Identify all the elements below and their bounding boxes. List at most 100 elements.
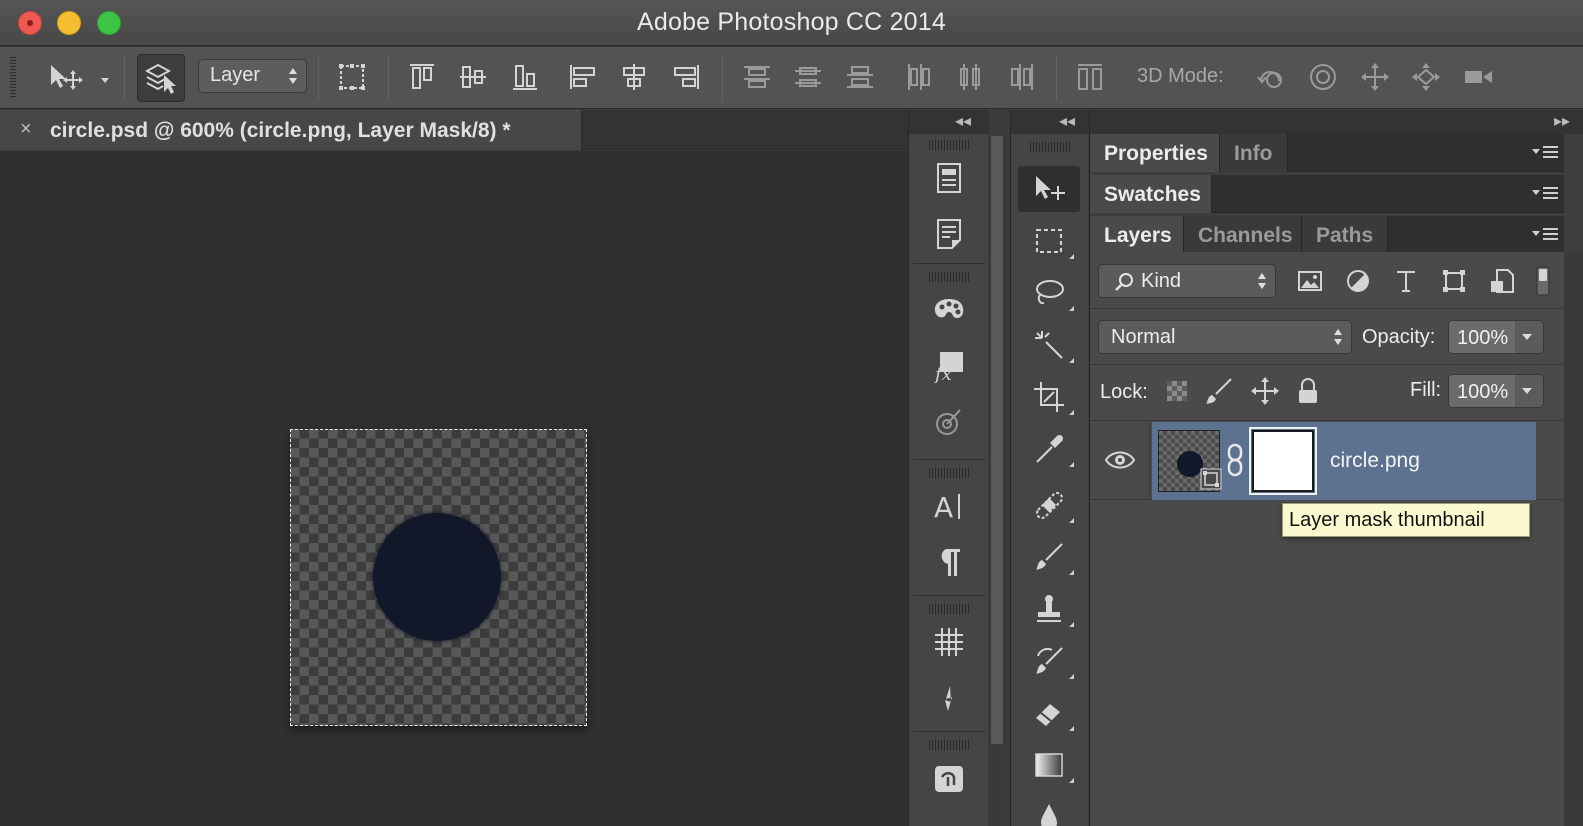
lasso-icon[interactable]	[1018, 270, 1080, 316]
distribute-left-icon[interactable]	[901, 59, 937, 95]
separator	[388, 55, 389, 101]
blend-mode-select[interactable]: Normal	[1098, 320, 1352, 354]
opacity-dropdown-icon[interactable]	[1522, 334, 1532, 340]
adjustment-layer-filter-icon[interactable]	[1342, 266, 1374, 296]
dock-group-grip[interactable]	[929, 140, 969, 150]
layers-panel-group: Layers Channels Paths	[1090, 216, 1564, 254]
distribute-bottom-icon[interactable]	[842, 59, 878, 95]
styles-panel-icon[interactable]: fx	[913, 338, 985, 394]
tab-info[interactable]: Info	[1220, 134, 1288, 172]
document-tab[interactable]: × circle.psd @ 600% (circle.png, Layer M…	[0, 110, 582, 150]
dock-group-grip[interactable]	[929, 272, 969, 282]
align-vertical-centers-icon[interactable]	[455, 59, 491, 95]
gradient-icon[interactable]	[1018, 742, 1080, 788]
dock-group-grip[interactable]	[929, 740, 969, 750]
crop-icon[interactable]	[1018, 374, 1080, 420]
lock-all-icon[interactable]	[1293, 376, 1323, 406]
align-top-edges-icon[interactable]	[404, 59, 440, 95]
collapse-tools-icon[interactable]: ◂◂	[1059, 111, 1075, 131]
paragraph-panel-icon[interactable]	[913, 534, 985, 590]
align-horizontal-centers-icon[interactable]	[616, 59, 652, 95]
tab-swatches[interactable]: Swatches	[1090, 175, 1212, 213]
document-canvas[interactable]	[290, 429, 587, 726]
tab-paths[interactable]: Paths	[1302, 216, 1388, 254]
adjustments-panel-icon[interactable]	[913, 394, 985, 450]
dock-group-grip[interactable]	[929, 604, 969, 614]
distribute-top-icon[interactable]	[739, 59, 775, 95]
brush-preset-icon[interactable]	[913, 670, 985, 726]
align-right-edges-icon[interactable]	[668, 59, 704, 95]
mask-link-icon[interactable]	[1226, 442, 1244, 478]
tool-preset-picker[interactable]	[44, 59, 114, 95]
eraser-icon[interactable]	[1018, 690, 1080, 736]
roll-3d-icon[interactable]	[1305, 59, 1341, 95]
slide-3d-icon[interactable]	[1408, 59, 1444, 95]
spot-healing-icon[interactable]	[1018, 482, 1080, 528]
layer-mask-thumbnail[interactable]	[1249, 427, 1317, 495]
separator	[124, 55, 125, 101]
expand-panels-icon[interactable]: ▸▸	[1554, 111, 1570, 131]
character-panel-icon[interactable]: A	[913, 478, 985, 534]
dock-scrollbar-thumb[interactable]	[991, 136, 1003, 744]
visibility-toggle[interactable]	[1090, 422, 1150, 500]
clone-stamp-icon[interactable]	[1018, 586, 1080, 632]
orbit-3d-icon[interactable]	[1253, 59, 1289, 95]
tools-grip[interactable]	[1030, 142, 1070, 152]
tab-layers[interactable]: Layers	[1090, 216, 1184, 254]
history-panel-icon[interactable]	[913, 150, 985, 206]
eyedropper-icon[interactable]	[1018, 426, 1080, 472]
distribute-horizontal-centers-icon[interactable]	[952, 59, 988, 95]
layer-filter-select[interactable]: Kind	[1098, 264, 1276, 298]
grid-panel-icon[interactable]	[913, 614, 985, 670]
smart-object-filter-icon[interactable]	[1486, 266, 1518, 296]
dock-group-libraries	[913, 736, 985, 826]
distribute-right-icon[interactable]	[1004, 59, 1040, 95]
rectangular-marquee-icon[interactable]	[1018, 218, 1080, 264]
auto-select-toggle[interactable]	[137, 54, 185, 102]
tab-properties[interactable]: Properties	[1090, 134, 1220, 172]
layer-name[interactable]: circle.png	[1330, 449, 1420, 473]
lock-image-pixels-icon[interactable]	[1204, 376, 1234, 406]
filter-toggle-icon[interactable]	[1532, 266, 1554, 296]
show-transform-controls-icon[interactable]	[334, 59, 370, 95]
libraries-panel-icon[interactable]	[913, 750, 985, 806]
opacity-value[interactable]: 100%	[1449, 321, 1515, 353]
dock-scrollbar[interactable]	[988, 134, 1006, 826]
pan-3d-icon[interactable]	[1357, 59, 1393, 95]
swatches-panel-icon[interactable]	[913, 282, 985, 338]
align-bottom-edges-icon[interactable]	[507, 59, 543, 95]
shape-layer-filter-icon[interactable]	[1438, 266, 1470, 296]
type-layer-filter-icon[interactable]	[1390, 266, 1422, 296]
fill-dropdown-icon[interactable]	[1522, 388, 1532, 394]
options-bar-grip[interactable]	[10, 57, 16, 99]
history-brush-icon[interactable]	[1018, 638, 1080, 684]
magic-wand-icon[interactable]	[1018, 322, 1080, 368]
auto-select-target-select[interactable]: Layer	[198, 59, 307, 93]
align-left-edges-icon[interactable]	[565, 59, 601, 95]
panel-menu-icon[interactable]	[1532, 228, 1558, 242]
layers-scrollbar[interactable]	[1564, 252, 1583, 826]
properties-panel-icon[interactable]	[913, 206, 985, 262]
auto-align-layers-icon[interactable]	[1072, 59, 1108, 95]
dock-group-character: A	[913, 464, 985, 596]
layer-row[interactable]: circle.png	[1090, 422, 1564, 500]
fill-value[interactable]: 100%	[1449, 375, 1515, 407]
dock-group-grip[interactable]	[929, 468, 969, 478]
pixel-layer-filter-icon[interactable]	[1294, 266, 1326, 296]
collapse-dock-icon[interactable]: ◂◂	[955, 111, 971, 131]
fill-field[interactable]: 100%	[1448, 374, 1544, 408]
move-tool-icon[interactable]	[1018, 166, 1080, 212]
tab-channels[interactable]: Channels	[1184, 216, 1302, 254]
panel-menu-icon[interactable]	[1532, 187, 1558, 201]
distribute-vertical-centers-icon[interactable]	[790, 59, 826, 95]
panel-menu-icon[interactable]	[1532, 146, 1558, 160]
scale-3d-icon[interactable]	[1460, 59, 1496, 95]
close-document-button[interactable]: ×	[20, 118, 32, 141]
lock-position-icon[interactable]	[1250, 376, 1280, 406]
blur-icon[interactable]	[1018, 794, 1080, 826]
brush-icon[interactable]	[1018, 534, 1080, 580]
swatches-panel-group: Swatches	[1090, 175, 1564, 213]
opacity-field[interactable]: 100%	[1448, 320, 1544, 354]
lock-transparent-pixels-icon[interactable]	[1162, 376, 1192, 406]
canvas-area[interactable]	[0, 151, 908, 826]
